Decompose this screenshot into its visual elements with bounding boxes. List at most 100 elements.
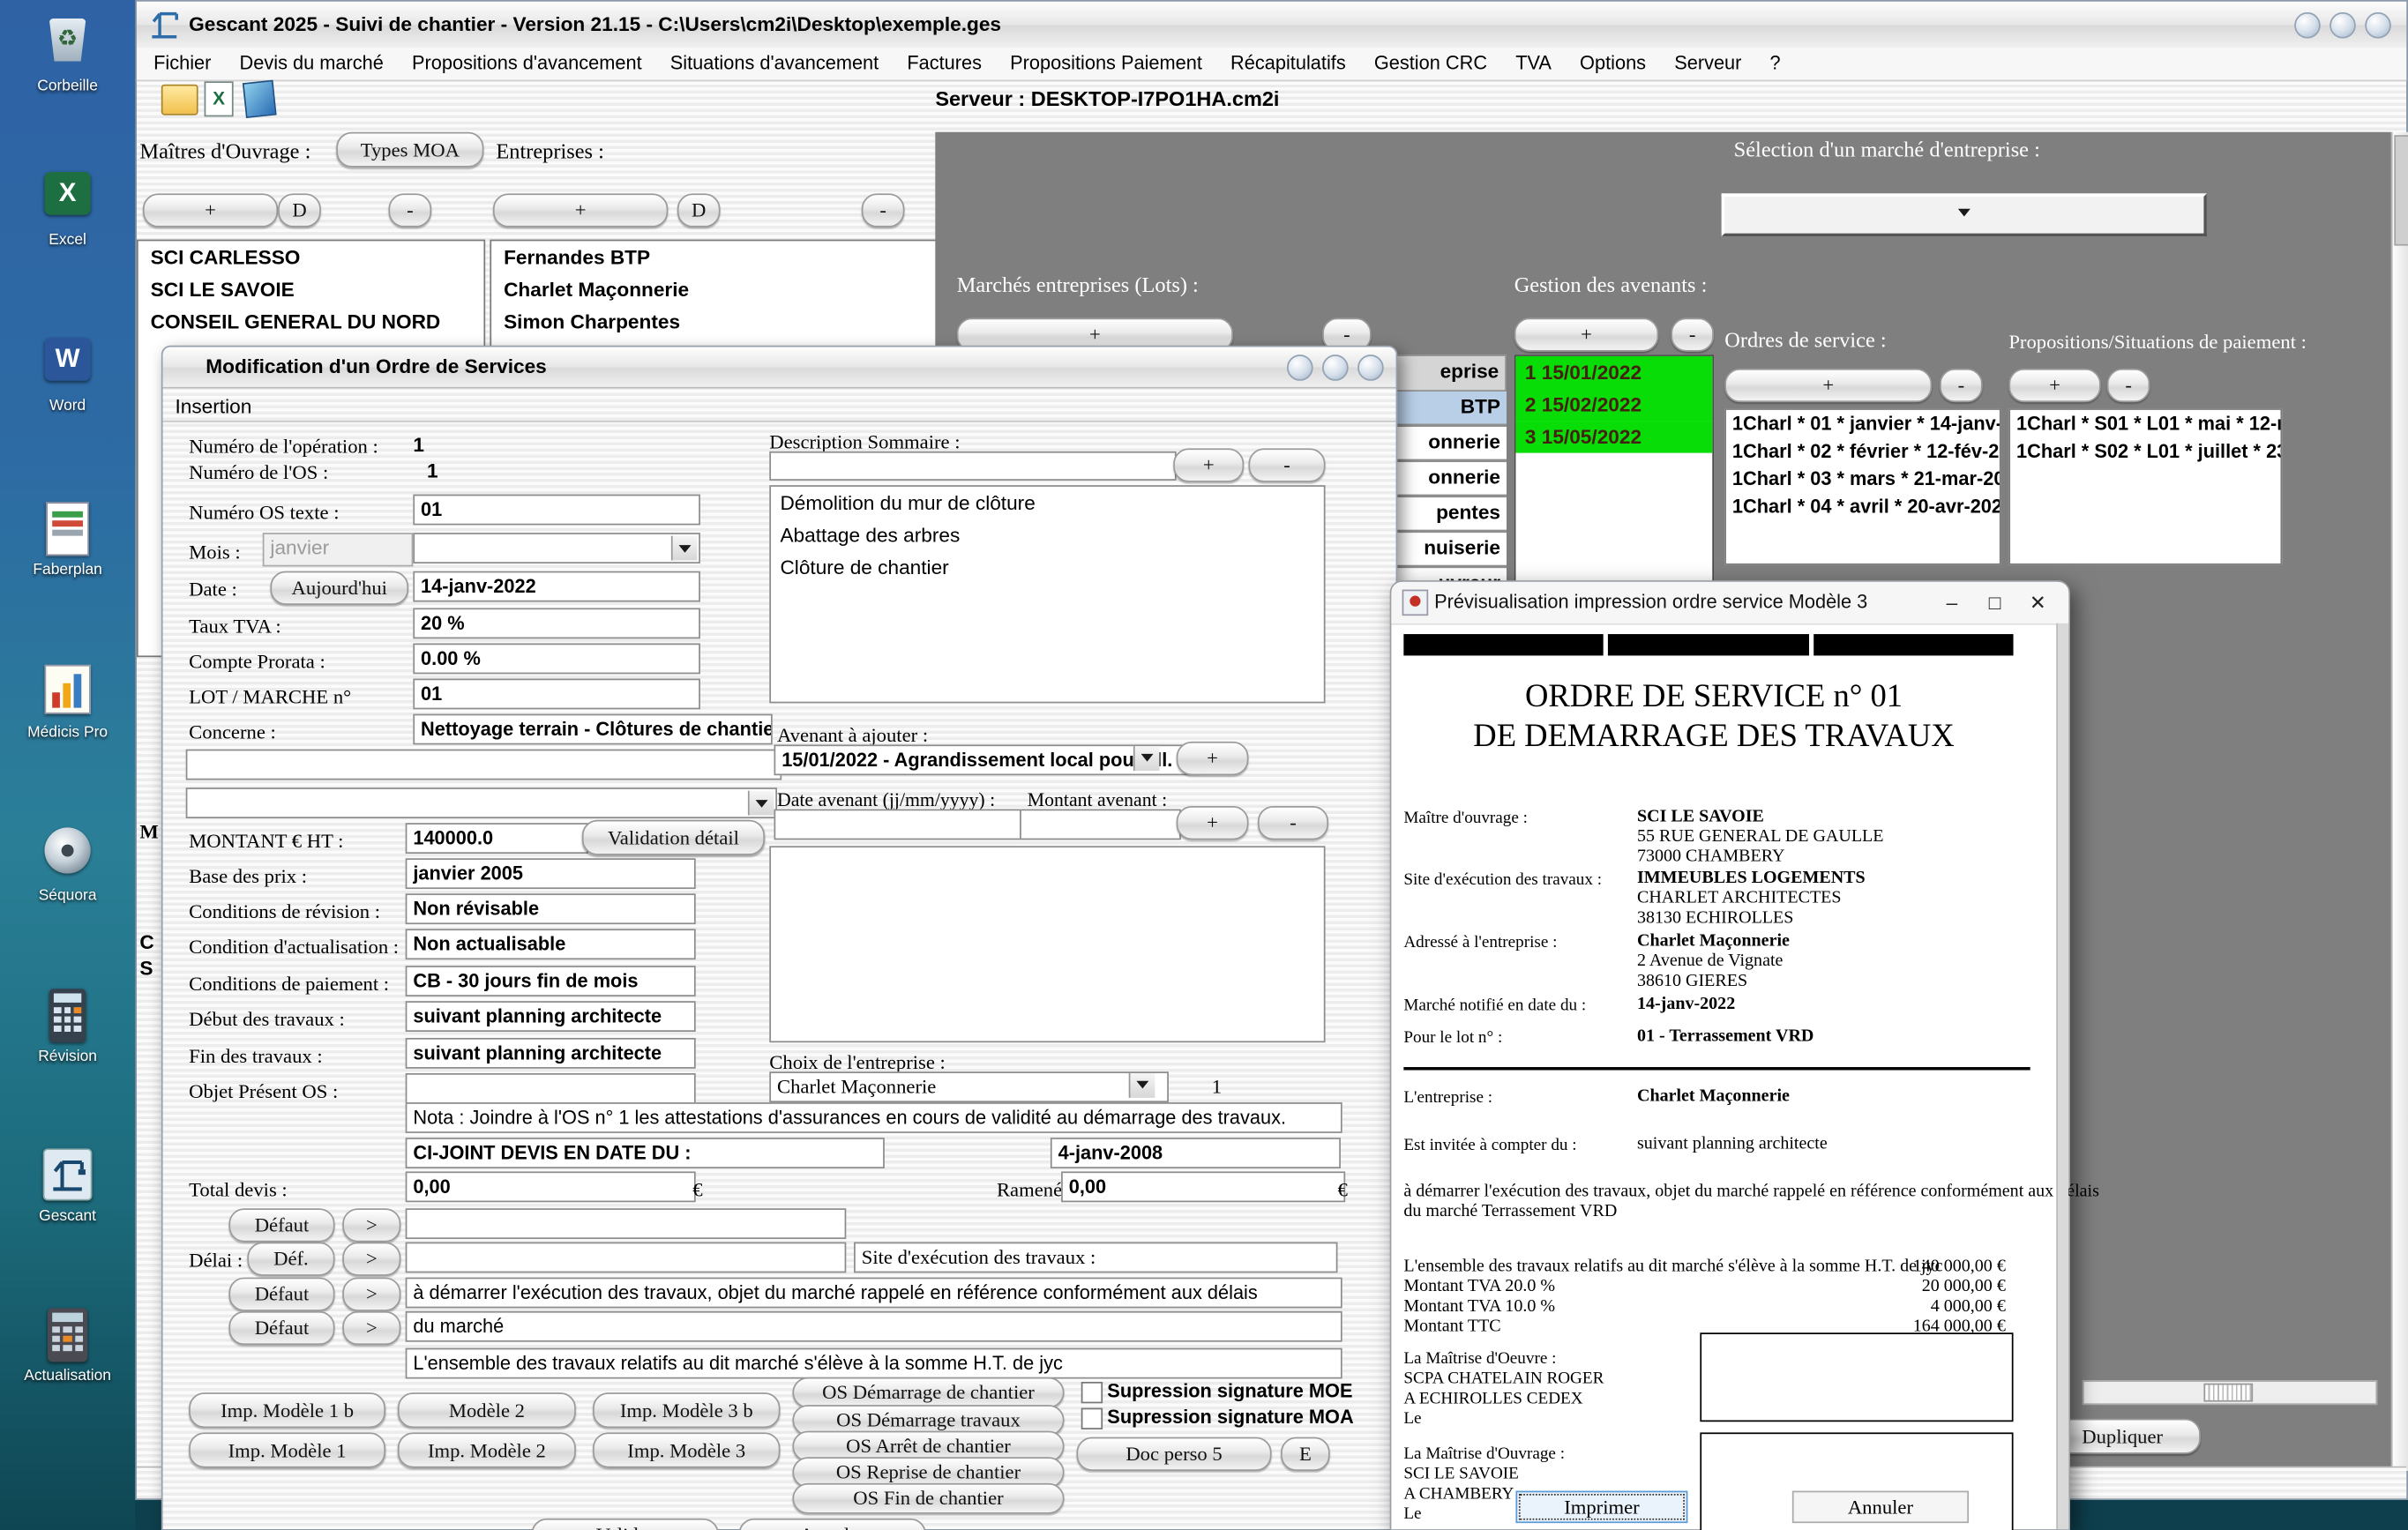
types-moa-button[interactable]: Types MOA: [336, 132, 483, 168]
avenants-add-button[interactable]: +: [1514, 317, 1659, 351]
menu-propositions-paiement[interactable]: Propositions Paiement: [999, 48, 1213, 78]
excel-export-icon[interactable]: X: [205, 81, 234, 116]
ci-joint-field[interactable]: CI-JOINT DEVIS EN DATE DU :: [406, 1138, 885, 1168]
moa-d-button[interactable]: D: [278, 193, 321, 227]
open-file-icon[interactable]: [161, 85, 198, 116]
choix-entreprise-dropdown[interactable]: Charlet Maçonnerie: [769, 1071, 1169, 1102]
imp-modele-3-button[interactable]: Imp. Modèle 3: [593, 1432, 780, 1467]
list-item[interactable]: Fernandes BTP: [491, 241, 937, 273]
list-item[interactable]: 2 15/02/2022: [1515, 388, 1712, 421]
avenant-add-button[interactable]: +: [1177, 742, 1249, 775]
list-item[interactable]: Charlet Maçonnerie: [491, 273, 937, 306]
imp-modele-3b-button[interactable]: Imp. Modèle 3 b: [593, 1392, 780, 1428]
defaut-text-field-2[interactable]: du marché: [406, 1311, 1342, 1342]
defaut-button-2[interactable]: Défaut: [228, 1278, 334, 1311]
prorata-field[interactable]: 0.00 %: [413, 644, 700, 675]
list-item[interactable]: Abattage des arbres: [771, 519, 1324, 551]
menu-recapitulatifs[interactable]: Récapitulatifs: [1220, 48, 1357, 78]
close-button[interactable]: [2365, 12, 2391, 39]
entreprise-d-button[interactable]: D: [677, 193, 721, 227]
modele-2-button[interactable]: Modèle 2: [398, 1392, 576, 1428]
maximize-button[interactable]: [1322, 355, 1349, 381]
imprimer-button[interactable]: Imprimer: [1515, 1491, 1687, 1524]
tab-insertion[interactable]: Insertion: [175, 394, 251, 417]
montant-avenant-field[interactable]: [1020, 810, 1181, 840]
delai-field[interactable]: [406, 1243, 847, 1273]
chevron-down-icon[interactable]: [748, 791, 774, 816]
avenant-plus-button[interactable]: +: [1177, 806, 1249, 840]
arrow-button-3[interactable]: >: [342, 1278, 400, 1311]
close-button[interactable]: [1357, 355, 1384, 381]
minimize-button[interactable]: [2294, 12, 2321, 39]
defaut-field-1[interactable]: [406, 1208, 847, 1239]
moa-remove-button[interactable]: -: [388, 193, 431, 227]
annuler-button[interactable]: Annuler: [738, 1519, 925, 1530]
fin-travaux-field[interactable]: suivant planning architecte: [406, 1038, 696, 1069]
maximize-button[interactable]: [2329, 12, 2356, 39]
table-row[interactable]: pentes: [1396, 497, 1507, 533]
date-field[interactable]: 14-janv-2022: [413, 571, 700, 602]
list-item[interactable]: 1Charl * S02 * L01 * juillet * 23-juille…: [2010, 437, 2280, 465]
imp-modele-1-button[interactable]: Imp. Modèle 1: [189, 1432, 385, 1467]
table-row[interactable]: onnerie: [1396, 462, 1507, 497]
menu-gestion-crc[interactable]: Gestion CRC: [1364, 48, 1499, 78]
desktop-icon-actualisation[interactable]: Actualisation: [0, 1308, 135, 1384]
close-button[interactable]: ✕: [2016, 591, 2060, 616]
condition-actualisation-field[interactable]: Non actualisable: [406, 929, 696, 959]
avenants-remove-button[interactable]: -: [1671, 317, 1714, 351]
imp-modele-2-button[interactable]: Imp. Modèle 2: [398, 1432, 576, 1467]
list-item[interactable]: 1Charl * 01 * janvier * 14-janv-2: [1726, 410, 2000, 437]
description-remove-button[interactable]: -: [1248, 448, 1325, 481]
list-item[interactable]: 1Charl * 04 * avril * 20-avr-2022: [1726, 493, 2000, 520]
empty-field[interactable]: [186, 750, 782, 780]
menu-options[interactable]: Options: [1569, 48, 1656, 78]
montant-ht-field[interactable]: 140000.0: [406, 823, 588, 854]
defaut-button-1[interactable]: Défaut: [228, 1208, 334, 1242]
ordres-add-button[interactable]: +: [1724, 369, 1932, 402]
mois-dropdown[interactable]: [413, 533, 700, 563]
numero-os-texte-field[interactable]: 01: [413, 495, 700, 526]
list-item[interactable]: 3 15/05/2022: [1515, 421, 1712, 453]
list-item[interactable]: Démolition du mur de clôture: [771, 487, 1324, 519]
date-avenant-field[interactable]: [774, 810, 1027, 840]
nota-field[interactable]: Nota : Joindre à l'OS n° 1 les attestati…: [406, 1102, 1342, 1133]
annuler-preview-button[interactable]: Annuler: [1792, 1491, 1969, 1524]
propositions-remove-button[interactable]: -: [2107, 369, 2150, 402]
defaut-button-3[interactable]: Défaut: [228, 1311, 334, 1345]
desktop-icon-sequora[interactable]: Séquora: [0, 826, 135, 905]
aujourdhui-button[interactable]: Aujourd'hui: [270, 571, 408, 605]
e-button[interactable]: E: [1281, 1437, 1330, 1471]
desktop-icon-word[interactable]: W Word: [0, 338, 135, 414]
notebook-icon[interactable]: [243, 80, 277, 118]
menu-factures[interactable]: Factures: [896, 48, 992, 78]
menu-tva[interactable]: TVA: [1505, 48, 1562, 78]
suppression-moa-checkbox[interactable]: [1081, 1408, 1103, 1429]
base-prix-field[interactable]: janvier 2005: [406, 858, 696, 889]
ci-joint-date-field[interactable]: 4-janv-2008: [1051, 1138, 1341, 1168]
chevron-down-icon[interactable]: [1129, 1073, 1155, 1098]
chevron-down-icon[interactable]: [671, 536, 698, 561]
entreprise-remove-button[interactable]: -: [862, 193, 905, 227]
list-item[interactable]: SCI LE SAVOIE: [138, 273, 484, 306]
ordres-remove-button[interactable]: -: [1940, 369, 1983, 402]
description-add-button[interactable]: +: [1173, 448, 1244, 481]
taux-tva-field[interactable]: 20 %: [413, 608, 700, 638]
arrow-button-4[interactable]: >: [342, 1311, 400, 1345]
os-fin-chantier-button[interactable]: OS Fin de chantier: [792, 1483, 1064, 1514]
list-item[interactable]: CONSEIL GENERAL DU NORD: [138, 305, 484, 338]
arrow-button-2[interactable]: >: [342, 1243, 400, 1276]
menu-situations-avancement[interactable]: Situations d'avancement: [660, 48, 890, 78]
ramene-field[interactable]: 0,00: [1061, 1171, 1345, 1202]
desktop-icon-gescant[interactable]: Gescant: [0, 1148, 135, 1225]
list-item[interactable]: 1Charl * S01 * L01 * mai * 12-mai-2022: [2010, 410, 2280, 437]
minimize-button[interactable]: [1287, 355, 1313, 381]
minimize-button[interactable]: –: [1931, 591, 1974, 614]
os-demarrage-chantier-button[interactable]: OS Démarrage de chantier: [792, 1377, 1064, 1408]
list-item[interactable]: 1Charl * 02 * février * 12-fév-20: [1726, 437, 2000, 465]
conditions-revision-field[interactable]: Non révisable: [406, 893, 696, 924]
menu-devis-du-marche[interactable]: Devis du marché: [228, 48, 394, 78]
menu-propositions-avancement[interactable]: Propositions d'avancement: [401, 48, 653, 78]
chevron-down-icon[interactable]: [1133, 746, 1160, 771]
def-button[interactable]: Déf.: [247, 1243, 334, 1276]
site-execution-field[interactable]: Site d'exécution des travaux :: [854, 1243, 1337, 1273]
